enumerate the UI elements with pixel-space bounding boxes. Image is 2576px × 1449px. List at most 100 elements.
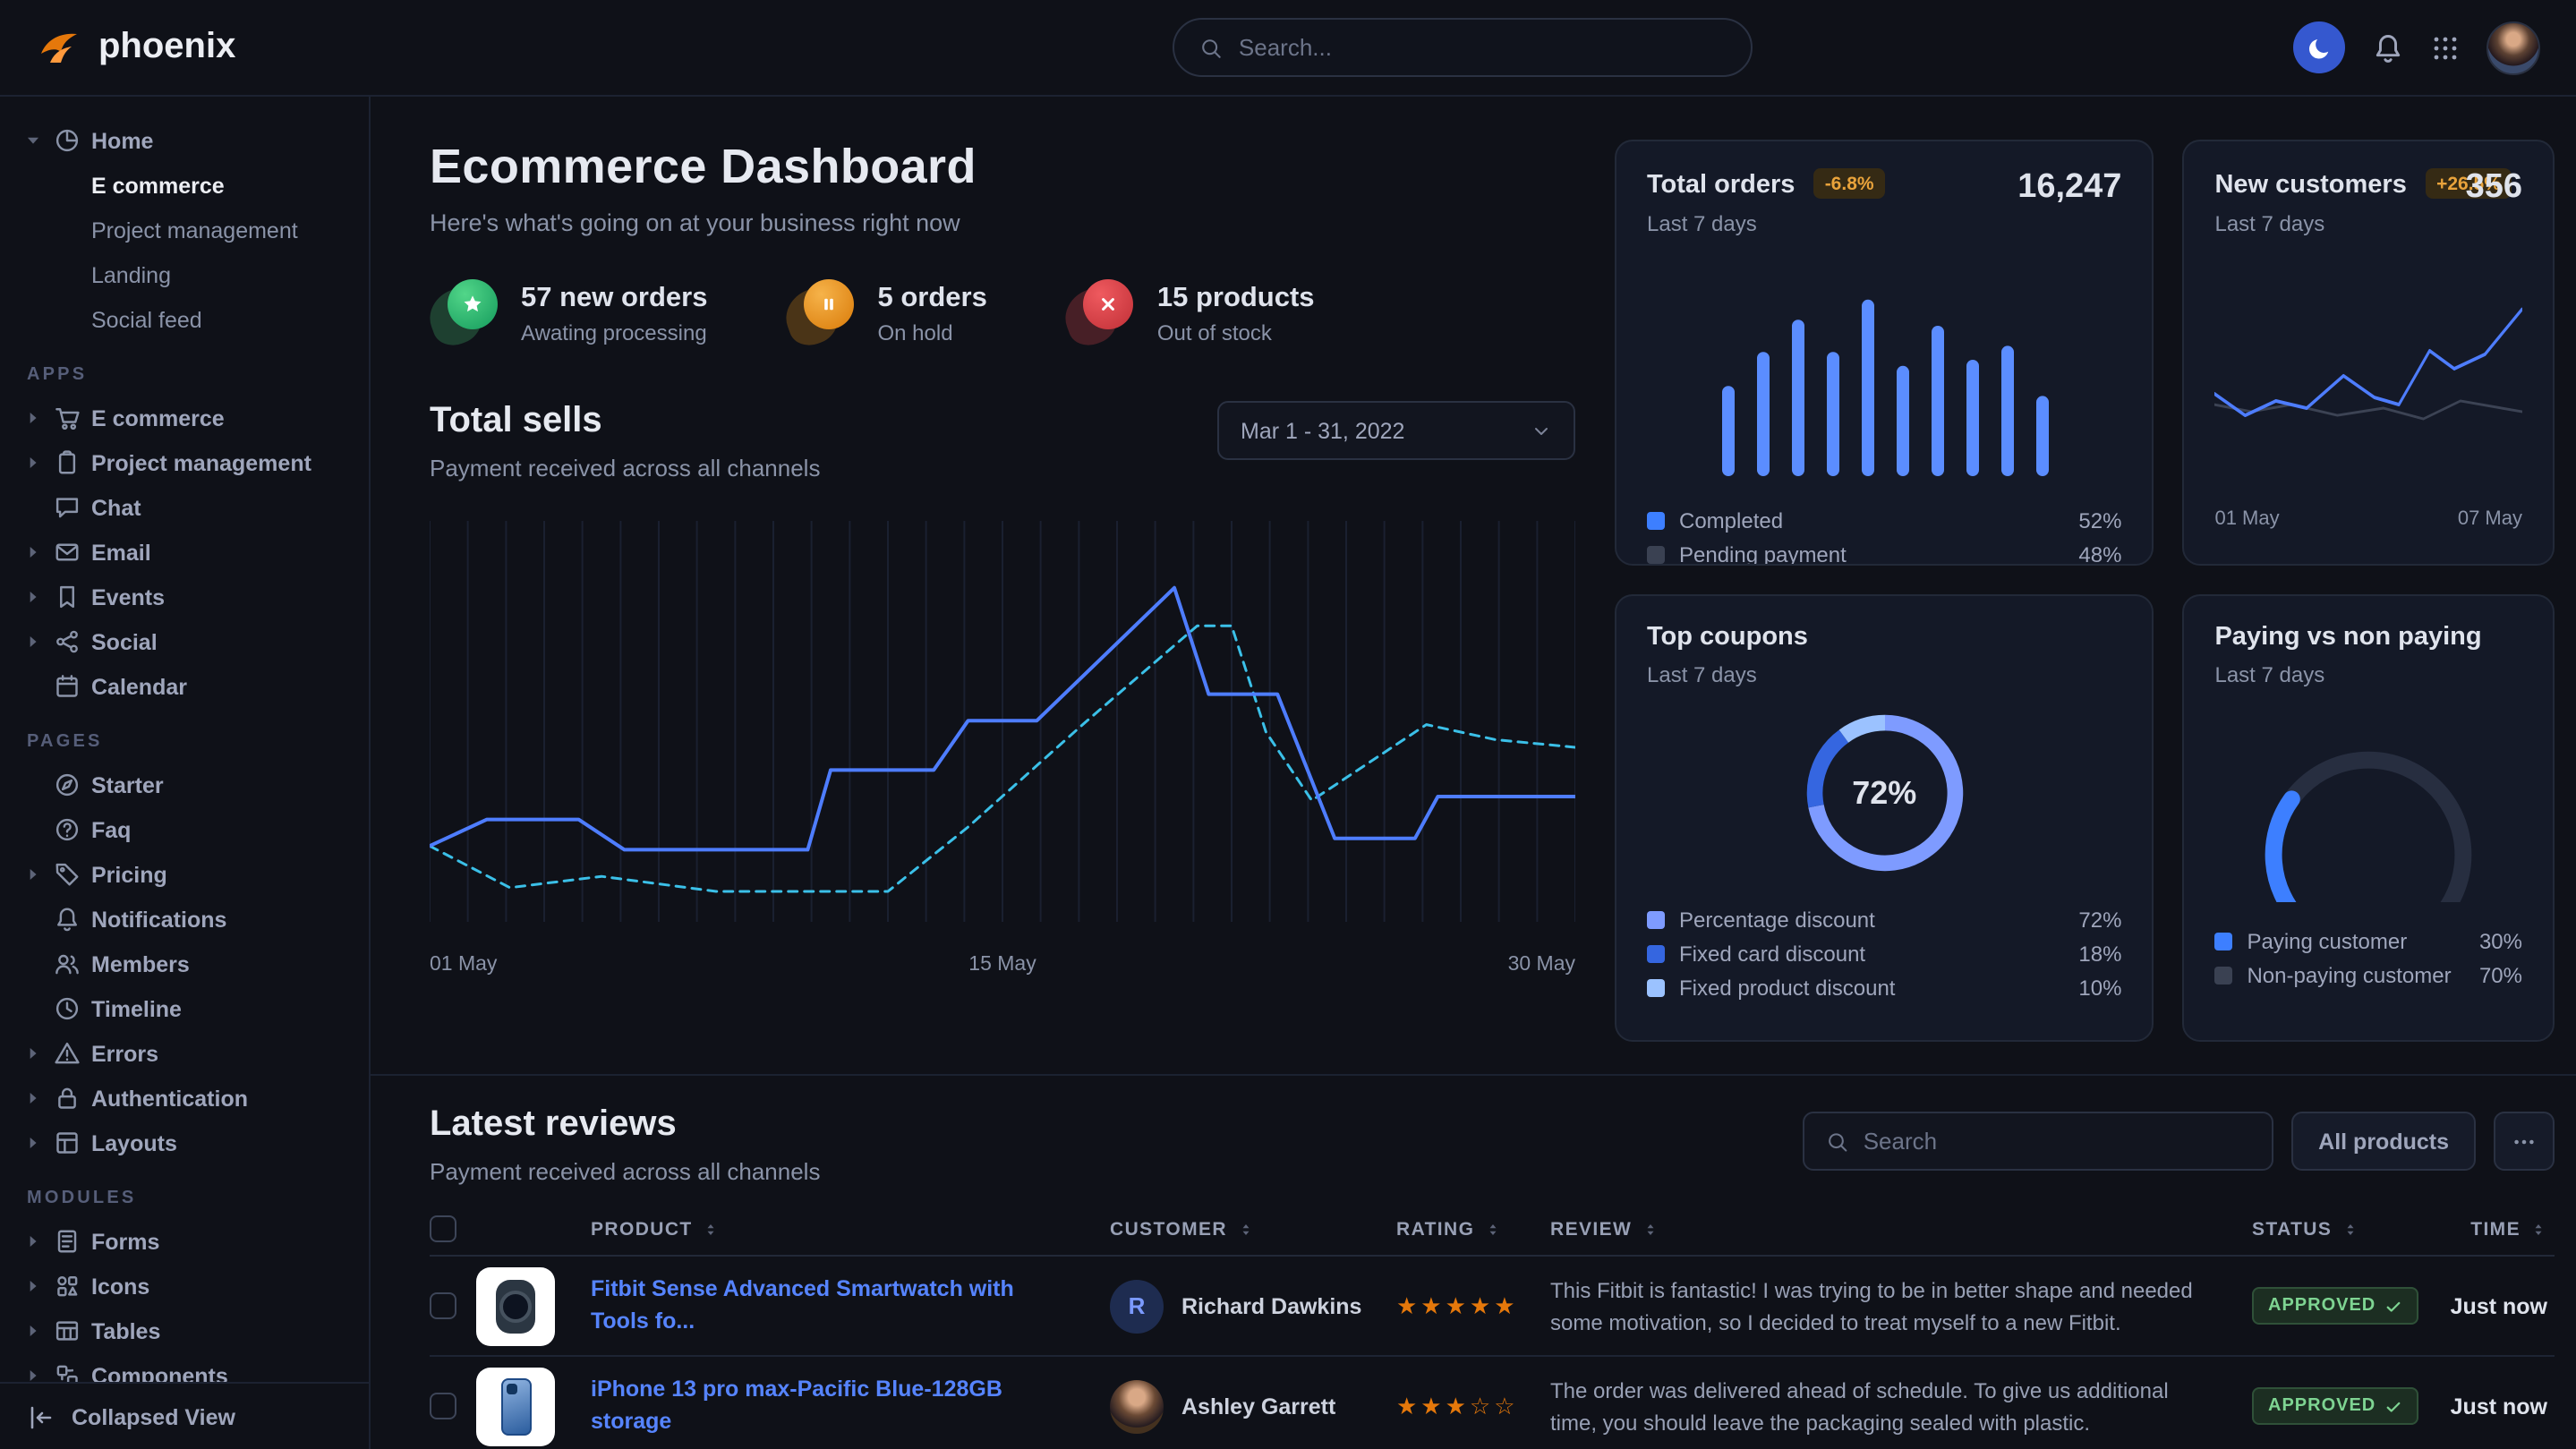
reviews-search-input[interactable] [1864, 1128, 2250, 1155]
caret-right-icon [23, 1133, 43, 1153]
sidebar-item-notifications[interactable]: Notifications [0, 897, 369, 942]
paying-legend: Paying customer 30% Non-paying customer … [2214, 924, 2522, 992]
stat-blob [430, 279, 498, 347]
x-tick: 15 May [968, 954, 1036, 976]
table-row[interactable]: iPhone 13 pro max-Pacific Blue-128GB sto… [430, 1357, 2555, 1449]
legend-swatch [1647, 512, 1665, 530]
legend-item: Pending payment 48% [1647, 538, 2121, 566]
chevron-down-icon [1531, 420, 1552, 441]
avatar: R [1110, 1279, 1164, 1333]
chat-icon [54, 494, 81, 521]
all-products-button[interactable]: All products [2291, 1112, 2476, 1171]
table-icon [54, 1317, 81, 1344]
rating-stars: ★★★☆☆ [1396, 1392, 1550, 1420]
legend-value: 72% [2078, 907, 2121, 932]
sidebar-item-social[interactable]: Social [0, 619, 369, 664]
column-time[interactable]: TIME [2438, 1218, 2555, 1240]
sidebar-item-tables[interactable]: Tables [0, 1308, 369, 1353]
column-review[interactable]: REVIEW [1550, 1218, 2252, 1240]
column-status[interactable]: STATUS [2252, 1218, 2438, 1240]
column-product[interactable]: PRODUCT [591, 1218, 1110, 1240]
sidebar-item-timeline[interactable]: Timeline [0, 986, 369, 1031]
sidebar-item-authentication[interactable]: Authentication [0, 1076, 369, 1121]
sidebar-item-layouts[interactable]: Layouts [0, 1121, 369, 1165]
caret-right-icon [23, 632, 43, 652]
stat-value: 15 products [1157, 282, 1315, 314]
more-options-button[interactable] [2494, 1112, 2555, 1171]
product-link[interactable]: iPhone 13 pro max-Pacific Blue-128GB sto… [591, 1375, 1110, 1437]
date-range-select[interactable]: Mar 1 - 31, 2022 [1217, 401, 1575, 460]
sidebar-section-apps: APPS [0, 342, 369, 396]
navbar-actions [2293, 21, 2540, 74]
apps-grid-icon[interactable] [2431, 33, 2460, 62]
x-tick: 30 May [1508, 954, 1575, 976]
icons-icon [54, 1273, 81, 1300]
sidebar-item-members[interactable]: Members [0, 942, 369, 986]
sidebar-item-label: Email [91, 540, 151, 565]
reviews-table: PRODUCT CUSTOMER RATING REVIEW STATUS TI… [430, 1203, 2555, 1449]
select-all-checkbox[interactable] [430, 1215, 456, 1242]
sidebar-item-label: Calendar [91, 674, 187, 699]
table-row[interactable]: Fitbit Sense Advanced Smartwatch with To… [430, 1257, 2555, 1357]
sidebar-item-starter[interactable]: Starter [0, 763, 369, 807]
caret-spacer [23, 954, 43, 974]
caret-right-icon [23, 587, 43, 607]
time-cell: Just now [2438, 1293, 2555, 1318]
sidebar-item-project-management[interactable]: Project management [0, 208, 369, 252]
global-search[interactable] [1173, 18, 1753, 77]
legend-item: Fixed product discount 10% [1647, 970, 2121, 1004]
donut-center-label: 72% [1796, 705, 1972, 881]
lock-icon [54, 1085, 81, 1112]
top-coupons-donut-chart: 72% [1796, 705, 1972, 881]
sidebar-item-calendar[interactable]: Calendar [0, 664, 369, 709]
change-badge: -6.8% [1814, 168, 1885, 199]
sidebar-item-apps-ecommerce[interactable]: E commerce [0, 396, 369, 440]
sidebar-item-icons[interactable]: Icons [0, 1264, 369, 1308]
column-rating[interactable]: RATING [1396, 1218, 1550, 1240]
sidebar-item-email[interactable]: Email [0, 530, 369, 575]
phoenix-logo [36, 24, 82, 71]
sidebar-item-chat[interactable]: Chat [0, 485, 369, 530]
theme-toggle-button[interactable] [2293, 21, 2345, 73]
bookmark-icon [54, 584, 81, 610]
sidebar-item-events[interactable]: Events [0, 575, 369, 619]
sidebar-item-social-feed[interactable]: Social feed [0, 297, 369, 342]
reviews-search[interactable] [1803, 1112, 2273, 1171]
share-icon [54, 628, 81, 655]
brand[interactable]: phoenix [36, 24, 235, 71]
top-coupons-legend: Percentage discount 72% Fixed card disco… [1647, 902, 2121, 1004]
legend-label: Percentage discount [1679, 907, 1875, 932]
notifications-bell-icon[interactable] [2372, 31, 2404, 64]
legend-label: Fixed product discount [1679, 975, 1895, 1000]
page-title: Ecommerce Dashboard [430, 140, 1575, 195]
caret-spacer [23, 775, 43, 795]
user-avatar[interactable] [2486, 21, 2540, 74]
sort-icon [702, 1220, 720, 1238]
sidebar-item-pricing[interactable]: Pricing [0, 852, 369, 897]
sidebar-item-home[interactable]: Home [0, 118, 369, 163]
row-checkbox[interactable] [430, 1393, 456, 1419]
column-customer[interactable]: CUSTOMER [1110, 1218, 1396, 1240]
sidebar-child-label: Social feed [91, 307, 202, 332]
x-tick: 01 May [430, 954, 497, 976]
search-input[interactable] [1239, 34, 1726, 61]
legend-label: Fixed card discount [1679, 941, 1865, 966]
legend-value: 30% [2479, 928, 2522, 953]
product-link[interactable]: Fitbit Sense Advanced Smartwatch with To… [591, 1274, 1110, 1337]
total-orders-legend: Completed 52% Pending payment 48% [1647, 504, 2121, 566]
sidebar-item-faq[interactable]: Faq [0, 807, 369, 852]
sidebar-child-label: Project management [91, 217, 298, 243]
cart-icon [54, 405, 81, 431]
brand-name: phoenix [98, 27, 235, 68]
legend-value: 52% [2078, 508, 2121, 533]
sidebar-item-landing[interactable]: Landing [0, 252, 369, 297]
sidebar-item-label: Starter [91, 772, 164, 797]
sidebar-item-e-commerce[interactable]: E commerce [0, 163, 369, 208]
sidebar-item-errors[interactable]: Errors [0, 1031, 369, 1076]
sidebar-item-forms[interactable]: Forms [0, 1219, 369, 1264]
sidebar-item-apps-project-management[interactable]: Project management [0, 440, 369, 485]
collapse-view-toggle[interactable]: Collapsed View [0, 1382, 369, 1449]
row-checkbox[interactable] [430, 1292, 456, 1319]
caret-right-icon [23, 1276, 43, 1296]
calendar-icon [54, 673, 81, 700]
